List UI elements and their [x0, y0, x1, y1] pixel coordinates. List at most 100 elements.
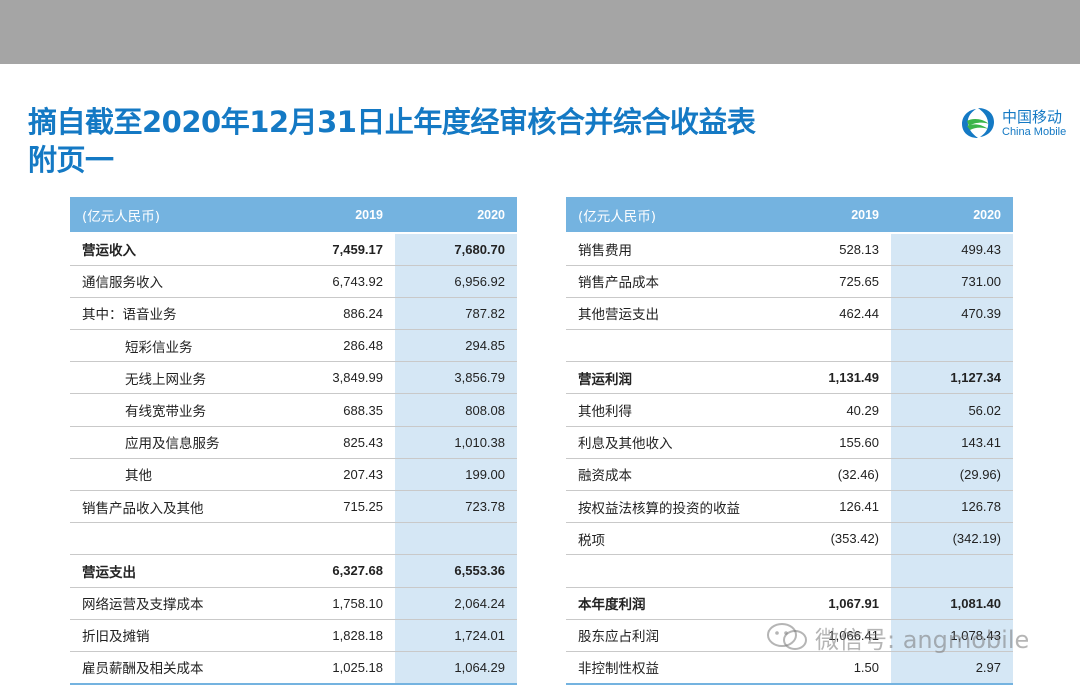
row-label: 销售费用	[566, 233, 771, 266]
row-label: 网络运营及支撑成本	[70, 587, 275, 620]
title-line-2: 附页一	[28, 143, 114, 177]
value-2020	[891, 554, 1013, 588]
table-row: 销售费用 528.13 499.43	[566, 233, 1013, 266]
table-row: 其他营运支出 462.44 470.39	[566, 297, 1013, 331]
row-label	[70, 522, 275, 556]
value-2019: 715.25	[275, 490, 395, 524]
row-label: 其他利得	[566, 393, 771, 427]
row-label: 利息及其他收入	[566, 426, 771, 459]
value-2019: 825.43	[275, 426, 395, 459]
table-row: 网络运营及支撑成本 1,758.10 2,064.24	[70, 587, 517, 620]
value-2020: 7,680.70	[395, 233, 517, 266]
table-row: 雇员薪酬及相关成本 1,025.18 1,064.29	[70, 651, 517, 685]
row-label: 营运利润	[566, 361, 771, 395]
table-row: 有线宽带业务 688.35 808.08	[70, 393, 517, 427]
logo-text-cn: 中国移动	[1002, 108, 1063, 126]
table-row: 其他利得 40.29 56.02	[566, 393, 1013, 427]
row-label: 其他营运支出	[566, 297, 771, 331]
value-2019: 3,849.99	[275, 361, 395, 395]
value-2019: 286.48	[275, 329, 395, 363]
header-2020: 2020	[891, 197, 1013, 234]
table-row: 应用及信息服务 825.43 1,010.38	[70, 426, 517, 459]
value-2020: 787.82	[395, 297, 517, 331]
title-line-1: 摘自截至2020年12月31日止年度经审核合并综合收益表	[28, 105, 756, 139]
row-label: 应用及信息服务	[70, 426, 275, 459]
table-row: 销售产品收入及其他 715.25 723.78	[70, 490, 517, 524]
table-row: 无线上网业务 3,849.99 3,856.79	[70, 361, 517, 395]
value-2020: 294.85	[395, 329, 517, 363]
table-row: 营运收入 7,459.17 7,680.70	[70, 233, 517, 266]
value-2020: (29.96)	[891, 458, 1013, 492]
table-row: 折旧及摊销 1,828.18 1,724.01	[70, 619, 517, 652]
header-2019: 2019	[275, 197, 395, 234]
row-label: 本年度利润	[566, 587, 771, 620]
value-2019: 725.65	[771, 265, 891, 298]
table-row: 本年度利润 1,067.91 1,081.40	[566, 587, 1013, 620]
value-2020: (342.19)	[891, 522, 1013, 556]
value-2020: 56.02	[891, 393, 1013, 427]
table-row: 非控制性权益 1.50 2.97	[566, 651, 1013, 685]
value-2020: 499.43	[891, 233, 1013, 266]
row-label: 股东应占利润	[566, 619, 771, 652]
value-2020: 723.78	[395, 490, 517, 524]
value-2019: 155.60	[771, 426, 891, 459]
value-2019: 688.35	[275, 393, 395, 427]
value-2019: 1,758.10	[275, 587, 395, 620]
value-2020: 199.00	[395, 458, 517, 492]
row-label: 无线上网业务	[70, 361, 275, 395]
watermark-text: 微信号: angmobile	[815, 626, 1030, 654]
value-2019: 1,828.18	[275, 619, 395, 652]
value-2019: 462.44	[771, 297, 891, 331]
value-2019: (32.46)	[771, 458, 891, 492]
value-2020: 808.08	[395, 393, 517, 427]
value-2020: 126.78	[891, 490, 1013, 524]
left-income-table: (亿元人民币) 2019 2020 营运收入 7,459.17 7,680.70 通信…	[70, 197, 517, 685]
value-2019: 126.41	[771, 490, 891, 524]
value-2020	[891, 329, 1013, 363]
row-label: 折旧及摊销	[70, 619, 275, 652]
table-row: 融资成本 (32.46) (29.96)	[566, 458, 1013, 492]
value-2020: 143.41	[891, 426, 1013, 459]
table-header-row: (亿元人民币) 2019 2020	[566, 197, 1013, 234]
value-2019: 1,131.49	[771, 361, 891, 395]
wechat-icon	[767, 623, 807, 650]
table-row: 营运利润 1,131.49 1,127.34	[566, 361, 1013, 395]
table-row	[70, 522, 517, 556]
row-label: 销售产品成本	[566, 265, 771, 298]
value-2020: 3,856.79	[395, 361, 517, 395]
table-row: 利息及其他收入 155.60 143.41	[566, 426, 1013, 459]
value-2019: 207.43	[275, 458, 395, 492]
table-row: 其中：语音业务 886.24 787.82	[70, 297, 517, 331]
right-income-table: (亿元人民币) 2019 2020 销售费用 528.13 499.43 销售产品成本…	[566, 197, 1013, 685]
table-row: 其他 207.43 199.00	[70, 458, 517, 492]
table-row: 营运支出 6,327.68 6,553.36	[70, 554, 517, 588]
value-2019: 528.13	[771, 233, 891, 266]
value-2020: 1,064.29	[395, 651, 517, 685]
row-label: 短彩信业务	[70, 329, 275, 363]
row-label: 非控制性权益	[566, 651, 771, 685]
row-label	[566, 329, 771, 363]
value-2019: 1.50	[771, 651, 891, 685]
value-2019: 40.29	[771, 393, 891, 427]
row-label: 营运收入	[70, 233, 275, 266]
row-label: 其他	[70, 458, 275, 492]
value-2020: 470.39	[891, 297, 1013, 331]
row-label: 雇员薪酬及相关成本	[70, 651, 275, 685]
top-band	[0, 0, 1080, 64]
page-title: 摘自截至2020年12月31日止年度经审核合并综合收益表 附页一	[28, 103, 908, 179]
value-2020: 1,724.01	[395, 619, 517, 652]
row-label: 融资成本	[566, 458, 771, 492]
value-2020: 6,553.36	[395, 554, 517, 588]
table-row: 按权益法核算的投资的收益 126.41 126.78	[566, 490, 1013, 524]
value-2020: 2.97	[891, 651, 1013, 685]
header-unit: (亿元人民币)	[70, 197, 275, 234]
value-2020: 731.00	[891, 265, 1013, 298]
row-label: 营运支出	[70, 554, 275, 588]
row-label: 税项	[566, 522, 771, 556]
value-2019: 7,459.17	[275, 233, 395, 266]
value-2019	[771, 554, 891, 588]
value-2019: 6,743.92	[275, 265, 395, 298]
value-2019: (353.42)	[771, 522, 891, 556]
value-2019: 1,067.91	[771, 587, 891, 620]
row-label: 有线宽带业务	[70, 393, 275, 427]
